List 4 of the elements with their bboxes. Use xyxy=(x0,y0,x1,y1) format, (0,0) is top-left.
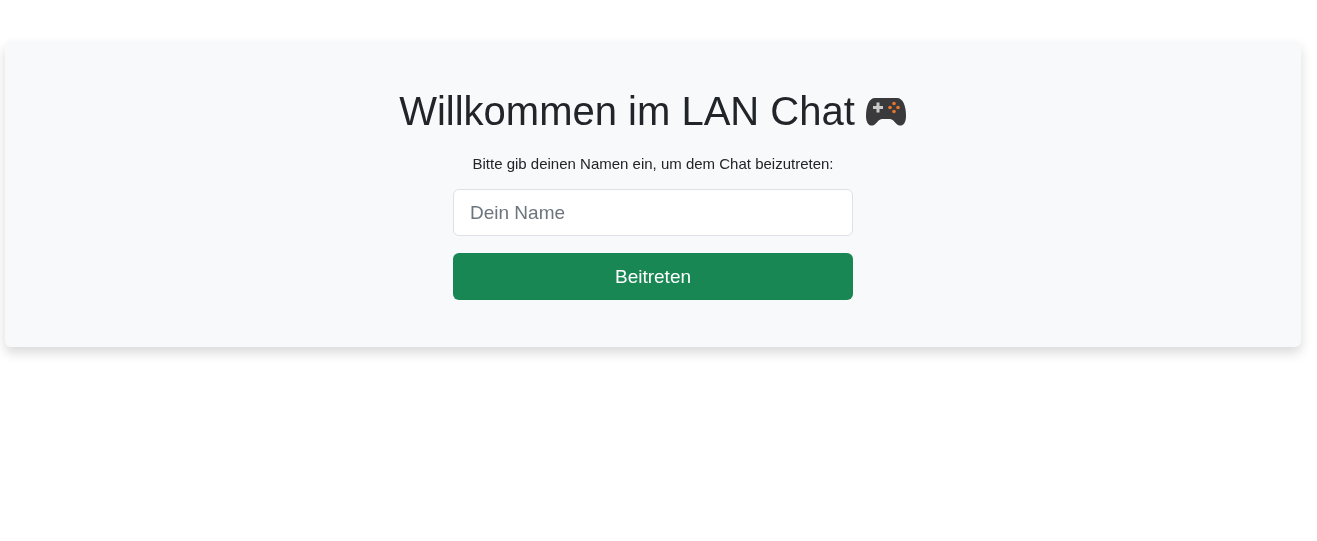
name-input-field[interactable]: Dein Name xyxy=(453,189,853,236)
page-title: Willkommen im LAN Chat xyxy=(399,88,855,135)
prompt-text: Bitte gib deinen Namen ein, um dem Chat beizutreten: xyxy=(472,155,834,172)
join-button[interactable]: Beitreten xyxy=(453,253,853,300)
